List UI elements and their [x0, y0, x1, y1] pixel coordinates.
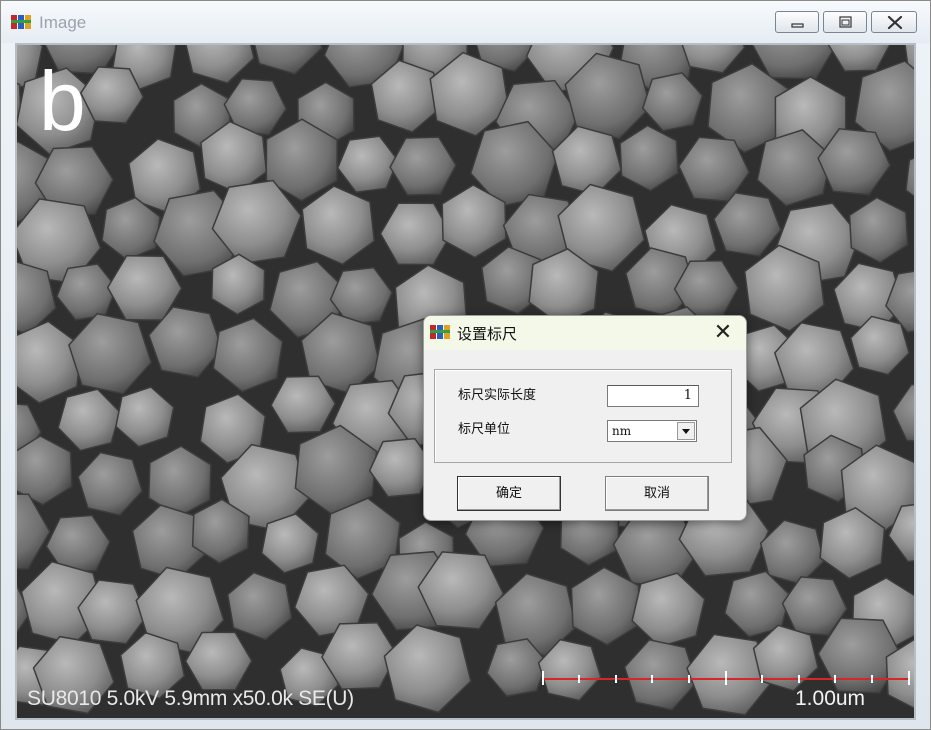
- scale-unit-label: 标尺单位: [458, 422, 511, 437]
- ok-button[interactable]: 确定: [457, 476, 561, 511]
- scale-unit-select[interactable]: nm: [607, 420, 697, 442]
- panel-letter: b: [39, 54, 86, 148]
- maximize-icon: [839, 16, 852, 28]
- chevron-down-icon: [682, 429, 690, 434]
- minimize-icon: [791, 23, 804, 28]
- sem-info-text: SU8010 5.0kV 5.9mm x50.0k SE(U): [27, 687, 354, 710]
- dialog-title: 设置标尺: [457, 325, 518, 343]
- app-icon: [11, 15, 31, 29]
- scale-length-label: 标尺实际长度: [458, 388, 537, 403]
- app-icon: [430, 325, 450, 339]
- set-scale-dialog: 设置标尺 ✕ 标尺实际长度 1 标尺单位 nm 确定 取消: [423, 315, 747, 521]
- dialog-close-button[interactable]: ✕: [710, 320, 736, 346]
- minimize-button[interactable]: [775, 11, 819, 33]
- scale-length-input[interactable]: 1: [607, 385, 699, 407]
- maximize-button[interactable]: [823, 11, 867, 33]
- close-icon: ✕: [713, 320, 733, 345]
- scale-unit-value: nm: [612, 424, 632, 438]
- dialog-titlebar[interactable]: 设置标尺 ✕: [424, 316, 746, 350]
- window-titlebar[interactable]: Image: [1, 1, 930, 43]
- close-icon: [887, 15, 903, 30]
- dropdown-button[interactable]: [677, 422, 695, 440]
- close-button[interactable]: [871, 11, 917, 33]
- cancel-button[interactable]: 取消: [605, 476, 709, 511]
- window-title: Image: [39, 13, 87, 32]
- scale-bar-label: 1.00um: [795, 687, 866, 710]
